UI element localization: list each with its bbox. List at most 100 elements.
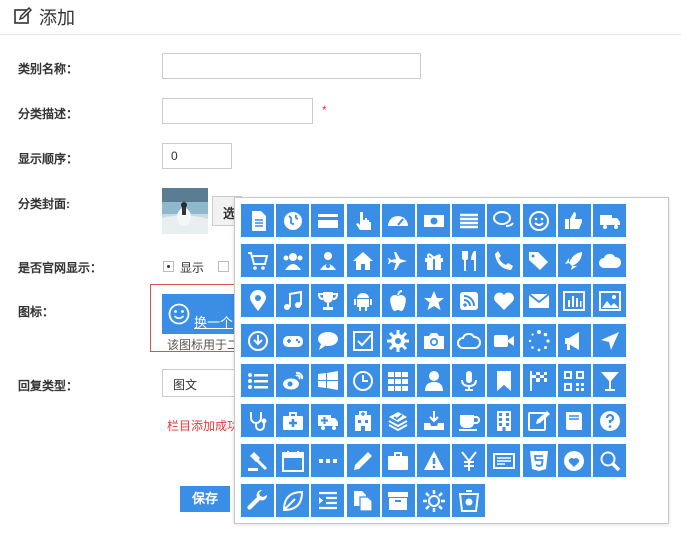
display-radio[interactable] bbox=[163, 261, 174, 272]
search-icon[interactable] bbox=[593, 444, 626, 477]
music-icon[interactable] bbox=[276, 284, 310, 317]
ellipsis-icon[interactable] bbox=[311, 444, 345, 477]
microphone-icon[interactable] bbox=[452, 364, 486, 397]
edit-icon[interactable] bbox=[522, 404, 556, 437]
hospital-icon[interactable] bbox=[346, 404, 380, 437]
cutlery-icon[interactable] bbox=[452, 244, 486, 277]
coffee-icon[interactable] bbox=[452, 404, 486, 437]
th-icon[interactable] bbox=[381, 364, 415, 397]
edit-icon bbox=[14, 7, 32, 24]
change-icon-label: 换一个 bbox=[194, 315, 234, 330]
book-icon[interactable] bbox=[557, 404, 591, 437]
location-arrow-icon[interactable] bbox=[593, 324, 626, 357]
trophy-icon[interactable] bbox=[311, 284, 345, 317]
dashboard-icon[interactable] bbox=[381, 204, 415, 237]
question-circle-icon[interactable] bbox=[593, 404, 626, 437]
qrcode-icon[interactable] bbox=[557, 364, 591, 397]
plane-icon[interactable] bbox=[381, 244, 415, 277]
bullhorn-icon[interactable] bbox=[557, 324, 591, 357]
gavel-icon[interactable] bbox=[241, 444, 274, 477]
change-icon-button[interactable]: 换一个 bbox=[162, 294, 238, 334]
user-icon[interactable] bbox=[417, 364, 450, 397]
list-ul-icon[interactable] bbox=[241, 364, 274, 397]
comments-icon[interactable] bbox=[487, 204, 521, 237]
leaf-icon[interactable] bbox=[276, 484, 310, 517]
category-name-input[interactable] bbox=[162, 53, 421, 79]
smile-icon[interactable] bbox=[522, 204, 556, 237]
video-camera-icon[interactable] bbox=[487, 324, 521, 357]
check-stack-icon[interactable] bbox=[381, 404, 415, 437]
weibo-icon[interactable] bbox=[276, 364, 310, 397]
archive-icon[interactable] bbox=[381, 484, 415, 517]
download-circle-icon[interactable] bbox=[241, 324, 274, 357]
sun-icon[interactable] bbox=[417, 484, 450, 517]
star-icon[interactable] bbox=[417, 284, 450, 317]
check-square-icon[interactable] bbox=[346, 324, 380, 357]
wrench-icon[interactable] bbox=[241, 484, 274, 517]
trash-icon[interactable] bbox=[452, 484, 486, 517]
save-button[interactable]: 保存 bbox=[180, 486, 230, 512]
map-marker-icon[interactable] bbox=[241, 284, 274, 317]
thumbs-up-icon[interactable] bbox=[557, 204, 591, 237]
hide-radio[interactable] bbox=[218, 261, 229, 272]
list-icon[interactable] bbox=[452, 204, 486, 237]
warning-icon[interactable] bbox=[417, 444, 450, 477]
picture-icon[interactable] bbox=[593, 284, 626, 317]
bookmark-icon[interactable] bbox=[487, 364, 521, 397]
phone-icon[interactable] bbox=[487, 244, 521, 277]
indent-icon[interactable] bbox=[311, 484, 345, 517]
credit-card-alt-icon[interactable] bbox=[487, 444, 521, 477]
rocket-icon[interactable] bbox=[557, 244, 591, 277]
truck-icon[interactable] bbox=[593, 204, 626, 237]
bar-chart-icon[interactable] bbox=[557, 284, 591, 317]
order-input[interactable] bbox=[162, 143, 232, 169]
success-notice: 栏目添加成功 bbox=[167, 419, 235, 433]
reply-type-select[interactable]: 图文 bbox=[162, 369, 238, 397]
category-name-label: 类别名称： bbox=[18, 62, 79, 76]
cloud-icon[interactable] bbox=[593, 244, 626, 277]
users-icon[interactable] bbox=[276, 244, 310, 277]
required-mark: * bbox=[322, 103, 327, 117]
tags-icon[interactable] bbox=[522, 244, 556, 277]
yen-icon[interactable] bbox=[452, 444, 486, 477]
spinner-icon[interactable] bbox=[522, 324, 556, 357]
medkit-icon[interactable] bbox=[276, 404, 310, 437]
clock-icon[interactable] bbox=[346, 364, 380, 397]
files-icon[interactable] bbox=[346, 484, 380, 517]
home-icon[interactable] bbox=[346, 244, 380, 277]
camera-icon[interactable] bbox=[417, 324, 450, 357]
heart-icon[interactable] bbox=[487, 284, 521, 317]
description-input[interactable] bbox=[162, 98, 313, 124]
stethoscope-icon[interactable] bbox=[241, 404, 274, 437]
html5-icon[interactable] bbox=[522, 444, 556, 477]
windows-icon[interactable] bbox=[311, 364, 345, 397]
flag-checkered-icon[interactable] bbox=[522, 364, 556, 397]
cover-thumbnail[interactable] bbox=[162, 188, 208, 234]
file-text-icon[interactable] bbox=[241, 204, 274, 237]
ambulance-icon[interactable] bbox=[311, 404, 345, 437]
glass-icon[interactable] bbox=[593, 364, 626, 397]
android-icon[interactable] bbox=[346, 284, 380, 317]
icon-label: 图标： bbox=[18, 305, 55, 319]
pencil-icon[interactable] bbox=[346, 444, 380, 477]
cog-icon[interactable] bbox=[381, 324, 415, 357]
reply-type-label: 回复类型： bbox=[18, 379, 79, 393]
building-icon[interactable] bbox=[487, 404, 521, 437]
calendar-icon[interactable] bbox=[276, 444, 310, 477]
credit-card-icon[interactable] bbox=[311, 204, 345, 237]
shopping-cart-icon[interactable] bbox=[241, 244, 274, 277]
gamepad-icon[interactable] bbox=[276, 324, 310, 357]
apple-icon[interactable] bbox=[381, 284, 415, 317]
comment-icon[interactable] bbox=[311, 324, 345, 357]
hand-pointer-icon[interactable] bbox=[346, 204, 380, 237]
briefcase-icon[interactable] bbox=[381, 444, 415, 477]
gift-icon[interactable] bbox=[417, 244, 450, 277]
heart-circle-icon[interactable] bbox=[557, 444, 591, 477]
globe-icon[interactable] bbox=[276, 204, 310, 237]
money-icon[interactable] bbox=[417, 204, 450, 237]
inbox-download-icon[interactable] bbox=[417, 404, 450, 437]
rss-square-icon[interactable] bbox=[452, 284, 486, 317]
envelope-icon[interactable] bbox=[522, 284, 556, 317]
cloud-outline-icon[interactable] bbox=[452, 324, 486, 357]
user-md-icon[interactable] bbox=[311, 244, 345, 277]
